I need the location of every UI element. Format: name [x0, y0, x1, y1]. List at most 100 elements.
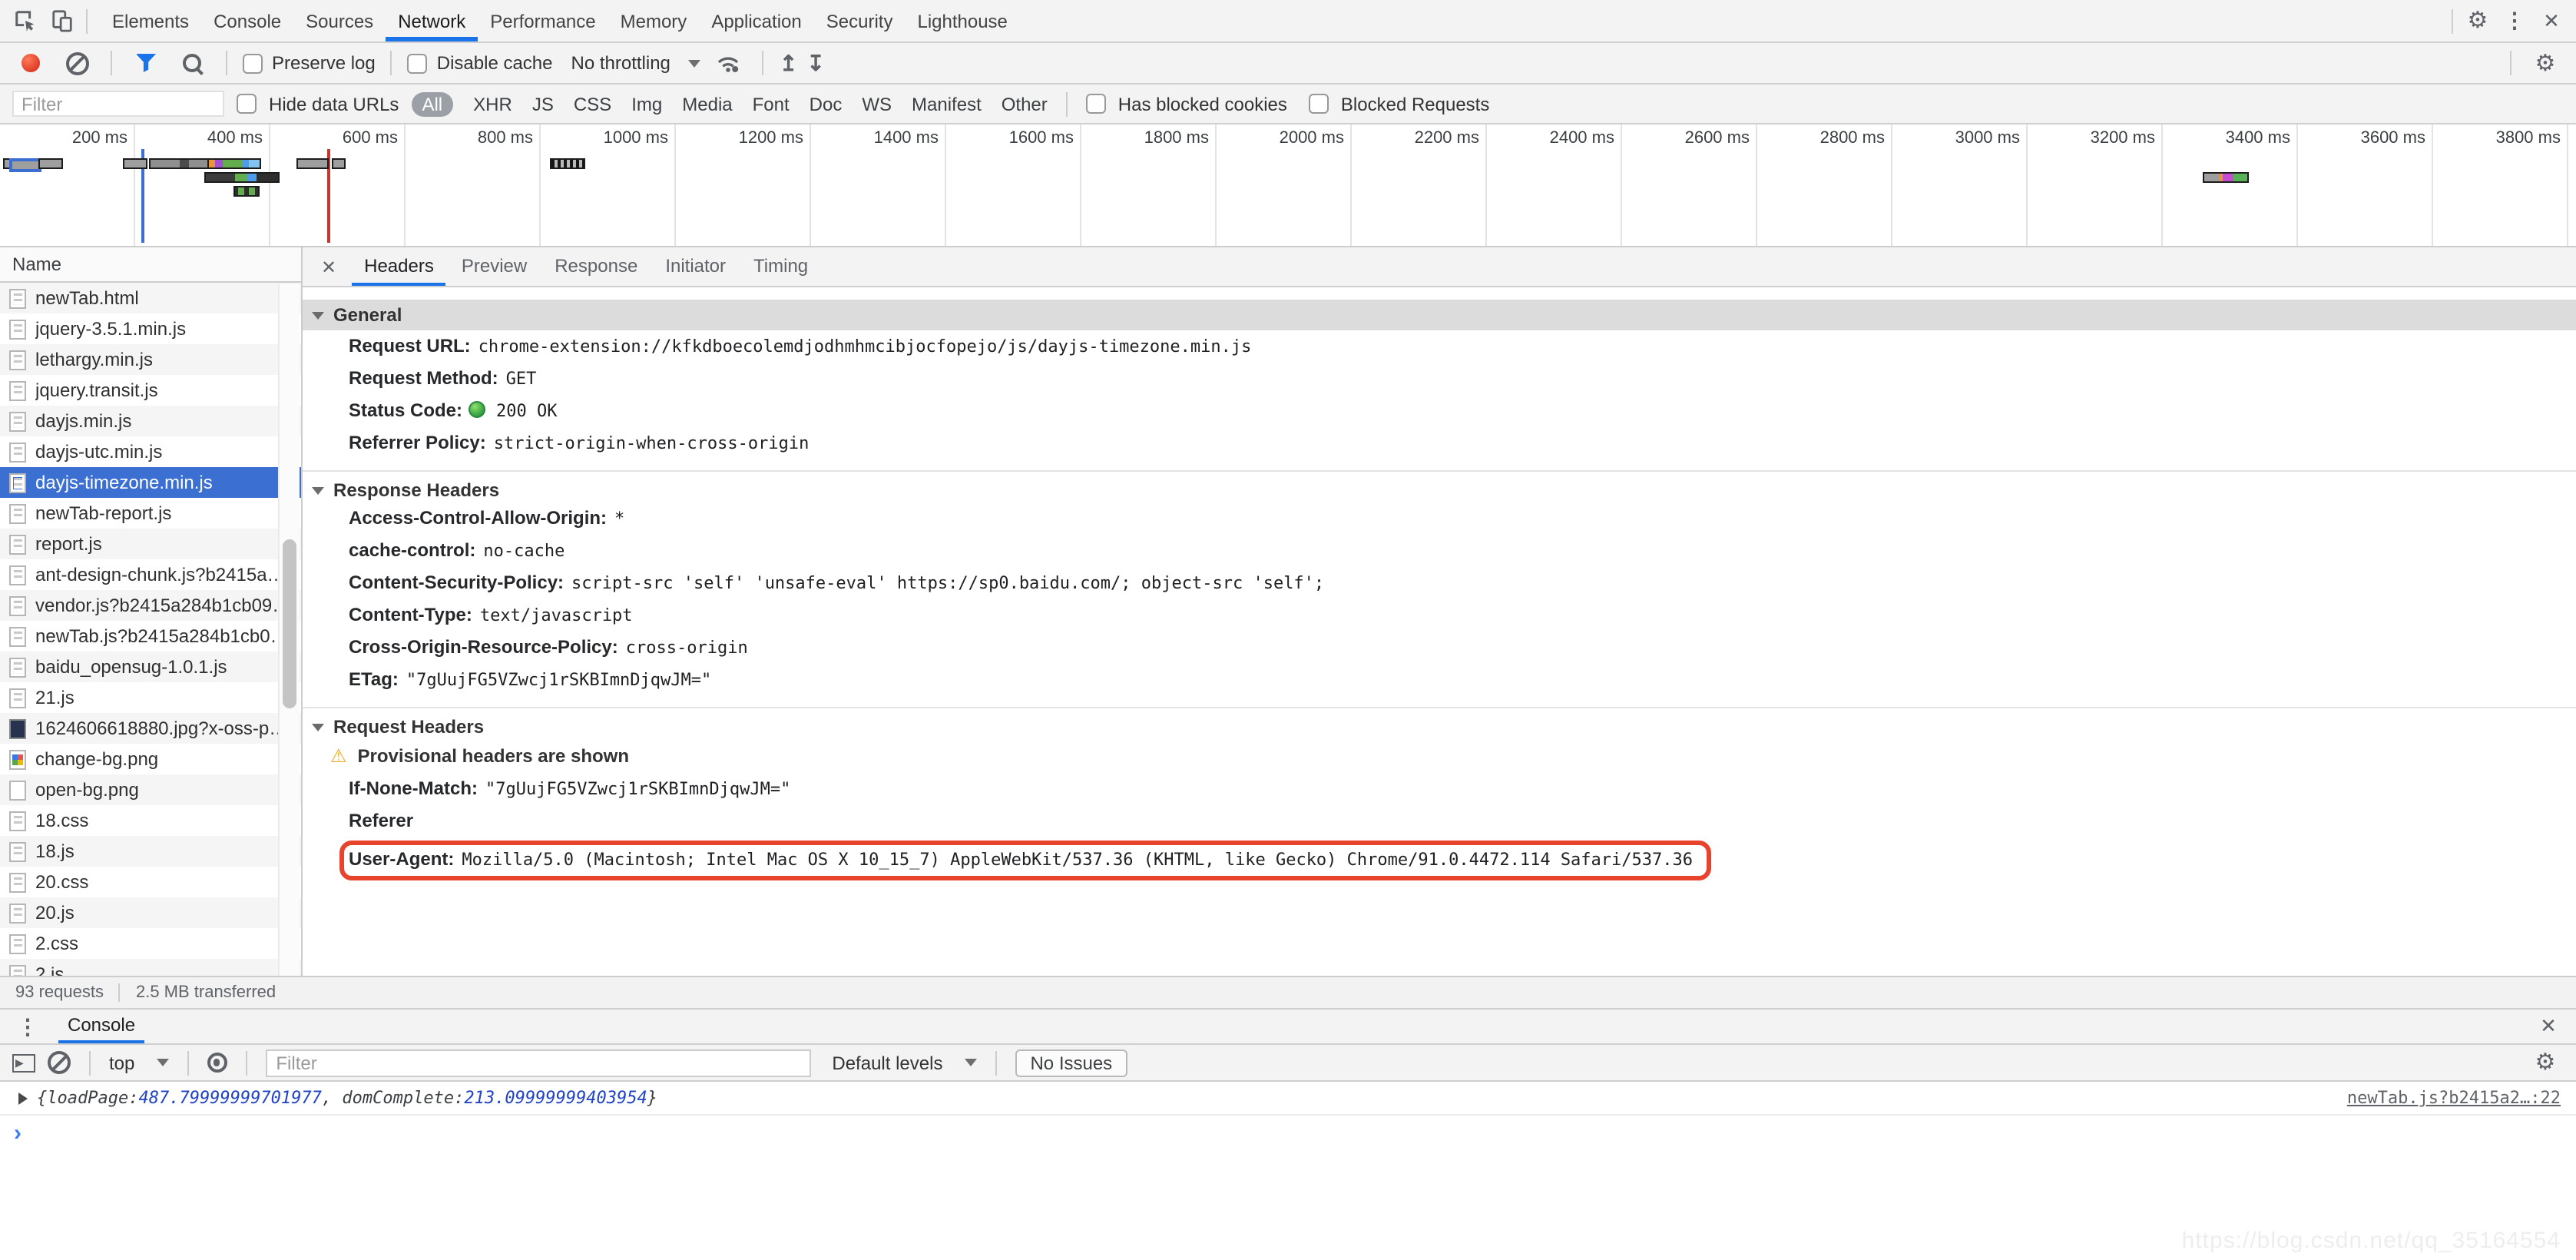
- request-row-jquery-transit-js[interactable]: jquery.transit.js: [0, 375, 301, 406]
- console-filter-input[interactable]: [265, 1049, 811, 1076]
- request-row-baidu-opensug-1-0-1-js[interactable]: baidu_opensug-1.0.1.js: [0, 652, 301, 682]
- request-row-report-js[interactable]: report.js: [0, 529, 301, 559]
- tab-sources[interactable]: Sources: [293, 0, 386, 41]
- search-icon[interactable]: [174, 46, 210, 80]
- request-row-newtab-report-js[interactable]: newTab-report.js: [0, 498, 301, 529]
- expand-object-icon[interactable]: [18, 1092, 28, 1104]
- type-filter-css[interactable]: CSS: [574, 93, 611, 114]
- request-row-21-js[interactable]: 21.js: [0, 682, 301, 713]
- detail-tab-headers[interactable]: Headers: [352, 247, 446, 286]
- record-network-log-icon[interactable]: [12, 46, 49, 80]
- tab-performance[interactable]: Performance: [478, 0, 608, 41]
- type-filter-js[interactable]: JS: [532, 93, 554, 114]
- network-filter-input[interactable]: [12, 91, 224, 117]
- request-row-dayjs-timezone-min-js[interactable]: dayjs-timezone.min.js: [0, 467, 301, 498]
- detail-tab-response[interactable]: Response: [542, 247, 650, 286]
- request-row-ant-design-chunk-js-b2415a-[interactable]: ant-design-chunk.js?b2415a…: [0, 559, 301, 590]
- drawer-tab-console[interactable]: Console: [58, 1010, 145, 1043]
- throttling-select[interactable]: No throttling: [571, 52, 670, 74]
- request-row-18-css[interactable]: 18.css: [0, 805, 301, 836]
- tab-network[interactable]: Network: [386, 0, 478, 41]
- img-blank-file-icon: [9, 780, 26, 800]
- request-name: open-bg.png: [35, 779, 139, 801]
- tab-lighthouse[interactable]: Lighthouse: [905, 0, 1019, 41]
- console-prompt[interactable]: ›: [0, 1116, 2576, 1149]
- levels-dropdown-arrow[interactable]: [964, 1059, 977, 1066]
- name-column-header[interactable]: Name: [0, 247, 301, 283]
- source-location-link[interactable]: newTab.js?b2415a2…:22: [2347, 1088, 2561, 1108]
- clear-console-icon[interactable]: [48, 1051, 71, 1074]
- section-header-general[interactable]: General: [303, 300, 2576, 330]
- section-header-response-headers[interactable]: Response Headers: [303, 470, 2576, 502]
- request-row-20-css[interactable]: 20.css: [0, 867, 301, 897]
- tick-label: 600 ms: [342, 129, 398, 148]
- blocked-requests-checkbox[interactable]: [1308, 94, 1329, 114]
- has-blocked-cookies-label: Has blocked cookies: [1117, 93, 1287, 114]
- network-conditions-icon[interactable]: [710, 46, 747, 80]
- log-levels-select[interactable]: Default levels: [832, 1052, 942, 1073]
- js-context-select[interactable]: top: [109, 1052, 134, 1073]
- request-row-newtab-js-b2415a284b1cb0-[interactable]: newTab.js?b2415a284b1cb0…: [0, 621, 301, 652]
- tab-console[interactable]: Console: [201, 0, 293, 41]
- tab-security[interactable]: Security: [814, 0, 906, 41]
- settings-gear-icon[interactable]: ⚙: [2459, 4, 2496, 38]
- request-row-20-js[interactable]: 20.js: [0, 897, 301, 928]
- console-log-row[interactable]: {loadPage: 487.79999999701977, domComple…: [0, 1082, 2576, 1116]
- console-sidebar-toggle-icon[interactable]: ▶: [12, 1053, 35, 1072]
- type-filter-ws[interactable]: WS: [862, 93, 892, 114]
- close-devtools-icon[interactable]: ✕: [2533, 4, 2570, 38]
- detail-tab-timing[interactable]: Timing: [741, 247, 820, 286]
- request-row-dayjs-utc-min-js[interactable]: dayjs-utc.min.js: [0, 436, 301, 467]
- disable-cache-checkbox[interactable]: [407, 53, 428, 73]
- live-expression-icon[interactable]: [207, 1053, 227, 1073]
- type-filter-font[interactable]: Font: [753, 93, 790, 114]
- sidebar-scrollbar[interactable]: [278, 284, 300, 976]
- sidebar-scrollbar-thumb[interactable]: [283, 539, 296, 708]
- import-har-icon[interactable]: ↥: [780, 52, 797, 74]
- request-row-change-bg-png[interactable]: change-bg.png: [0, 744, 301, 774]
- detail-tab-initiator[interactable]: Initiator: [653, 247, 738, 286]
- network-settings-gear-icon[interactable]: ⚙: [2527, 46, 2564, 80]
- drawer-menu-icon[interactable]: ⋮: [9, 1010, 46, 1043]
- request-row-2-css[interactable]: 2.css: [0, 928, 301, 959]
- type-filter-all[interactable]: All: [411, 91, 454, 116]
- request-row-lethargy-min-js[interactable]: lethargy.min.js: [0, 344, 301, 375]
- throttling-dropdown-arrow[interactable]: [688, 59, 701, 67]
- no-issues-badge[interactable]: No Issues: [1015, 1049, 1128, 1076]
- export-har-icon[interactable]: ↧: [806, 52, 824, 74]
- request-row-open-bg-png[interactable]: open-bg.png: [0, 774, 301, 805]
- request-row-dayjs-min-js[interactable]: dayjs.min.js: [0, 406, 301, 436]
- type-filter-media[interactable]: Media: [682, 93, 732, 114]
- preserve-log-checkbox[interactable]: [243, 53, 263, 73]
- network-overview-timeline[interactable]: 200 ms 400 ms 600 ms 800 ms 1000 ms 1200 ms 14…: [0, 124, 2576, 247]
- context-dropdown-arrow[interactable]: [156, 1059, 169, 1066]
- type-filter-xhr[interactable]: XHR: [473, 93, 512, 114]
- request-row-jquery-3-5-1-min-js[interactable]: jquery-3.5.1.min.js: [0, 313, 301, 344]
- detail-tab-preview[interactable]: Preview: [449, 247, 539, 286]
- request-row-1624606618880-jpg-x-oss-p-[interactable]: 1624606618880.jpg?x-oss-p…: [0, 713, 301, 744]
- tab-application[interactable]: Application: [699, 0, 813, 41]
- has-blocked-cookies-checkbox[interactable]: [1085, 94, 1106, 114]
- type-filter-manifest[interactable]: Manifest: [912, 93, 982, 114]
- section-header-request-headers[interactable]: Request Headers: [303, 707, 2576, 739]
- request-row-2-js[interactable]: 2.js: [0, 959, 301, 976]
- tab-memory[interactable]: Memory: [608, 0, 700, 41]
- header-row-request-method: Request Method: GET: [349, 367, 537, 389]
- type-filter-other[interactable]: Other: [1002, 93, 1048, 114]
- inspect-element-icon[interactable]: [6, 4, 43, 38]
- request-row-newtab-html[interactable]: newTab.html: [0, 283, 301, 313]
- request-row-vendor-js-b2415a284b1cb09-[interactable]: vendor.js?b2415a284b1cb09…: [0, 590, 301, 621]
- console-settings-gear-icon[interactable]: ⚙: [2527, 1046, 2564, 1079]
- close-drawer-icon[interactable]: ✕: [2530, 1010, 2567, 1043]
- type-filter-img[interactable]: Img: [631, 93, 662, 114]
- filter-funnel-icon[interactable]: [127, 46, 164, 80]
- tab-elements[interactable]: Elements: [100, 0, 201, 41]
- device-toolbar-icon[interactable]: [43, 4, 80, 38]
- more-options-icon[interactable]: ⋮: [2496, 4, 2533, 38]
- clear-network-log-icon[interactable]: [58, 46, 95, 80]
- type-filter-doc[interactable]: Doc: [810, 93, 843, 114]
- close-details-icon[interactable]: ✕: [309, 256, 349, 277]
- request-row-18-js[interactable]: 18.js: [0, 836, 301, 867]
- request-name: 20.js: [35, 902, 74, 923]
- hide-data-urls-checkbox[interactable]: [237, 94, 257, 114]
